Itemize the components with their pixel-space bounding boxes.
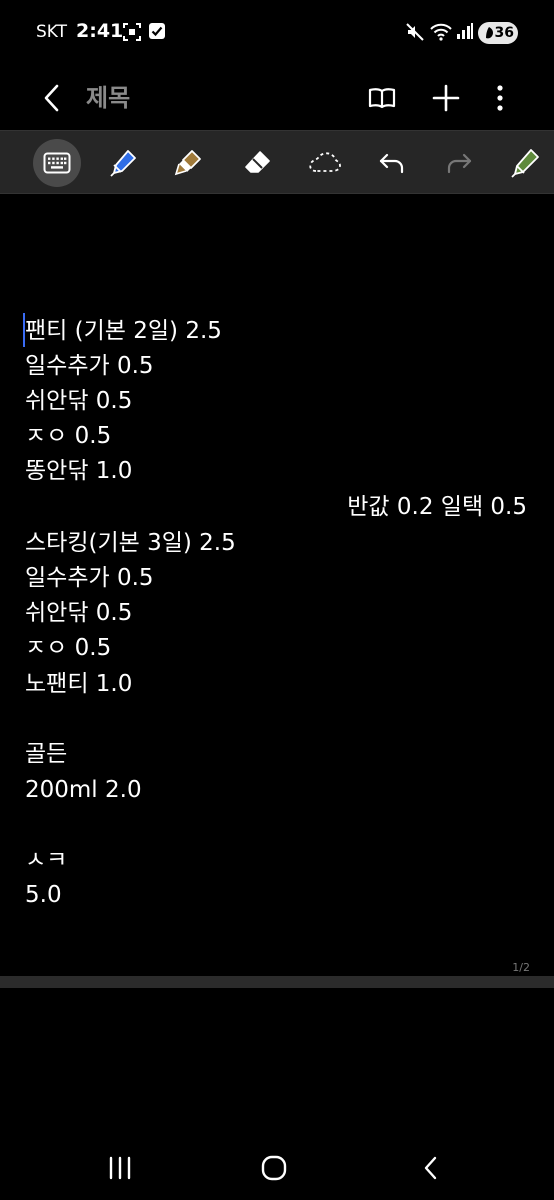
page-indicator: 1/2 [512,961,530,974]
drawing-toolbar [0,130,554,194]
note-line[interactable]: 노팬티 1.0 [25,669,132,699]
note-line[interactable]: ㅅㅋ [25,845,67,875]
back-button[interactable] [32,76,72,120]
highlighter-tool-button[interactable] [165,139,213,187]
note-line[interactable]: ㅈㅇ 0.5 [25,633,111,663]
more-vert-icon [497,85,503,111]
note-line[interactable]: 일수추가 0.5 [25,351,154,381]
back-nav-button[interactable] [407,1148,455,1188]
lasso-tool-button[interactable] [301,139,349,187]
checkbox-notification-icon [148,22,166,44]
recents-icon [109,1156,131,1180]
note-line[interactable]: 똥안닦 1.0 [25,456,132,486]
note-line[interactable]: ㅈㅇ 0.5 [25,421,111,451]
book-icon [368,88,396,109]
page-separator [0,976,554,988]
carrier-label: SKT [36,22,68,42]
eraser-icon [245,151,270,173]
mute-icon [405,22,425,46]
note-line[interactable]: 200ml 2.0 [25,775,142,805]
redo-icon [447,153,472,174]
clock: 2:41 [76,20,124,42]
back-arrow-icon [424,1156,437,1180]
undo-icon [379,153,404,174]
note-canvas[interactable]: 팬티 (기본 2일) 2.5 일수추가 0.5 쉬안닦 0.5 ㅈㅇ 0.5 똥… [0,194,554,976]
pen-settings-button[interactable] [501,139,549,187]
note-line[interactable]: 5.0 [25,880,62,910]
system-navigation-bar [0,1136,554,1200]
wifi-icon [430,22,452,46]
add-page-button[interactable] [426,76,466,120]
battery-level: 36 [494,25,514,41]
status-bar: SKT 2:41 36 [0,0,554,66]
recents-button[interactable] [96,1148,144,1188]
note-line[interactable]: 팬티 (기본 2일) 2.5 [25,316,222,346]
home-icon [261,1155,287,1181]
note-line[interactable]: 쉬안닦 0.5 [25,386,132,416]
note-line[interactable]: 반값 0.2 일택 0.5 [347,492,527,522]
note-line[interactable]: 일수추가 0.5 [25,563,154,593]
app-header: 제목 [0,66,554,130]
note-line[interactable]: 쉬안닦 0.5 [25,598,132,628]
keyboard-tool-button[interactable] [33,139,81,187]
screenshot-icon [122,22,142,46]
reading-mode-button[interactable] [362,76,402,120]
chevron-left-icon [44,84,59,112]
eraser-tool-button[interactable] [233,139,281,187]
plus-icon [432,84,460,112]
note-line[interactable]: 스타킹(기본 3일) 2.5 [25,528,236,558]
pen-tool-button[interactable] [99,139,147,187]
undo-button[interactable] [368,139,416,187]
lasso-select-icon [309,152,341,172]
home-button[interactable] [250,1148,298,1188]
pen-icon [110,150,136,177]
more-options-button[interactable] [480,76,520,120]
keyboard-icon [43,152,71,174]
pen-settings-icon [511,149,539,178]
redo-button[interactable] [435,139,483,187]
battery-indicator: 36 [478,22,518,44]
note-line[interactable]: 골든 [25,739,67,769]
note-title[interactable]: 제목 [86,78,130,113]
power-saving-icon [486,27,493,39]
signal-icon [456,22,474,44]
highlighter-icon [174,150,201,176]
